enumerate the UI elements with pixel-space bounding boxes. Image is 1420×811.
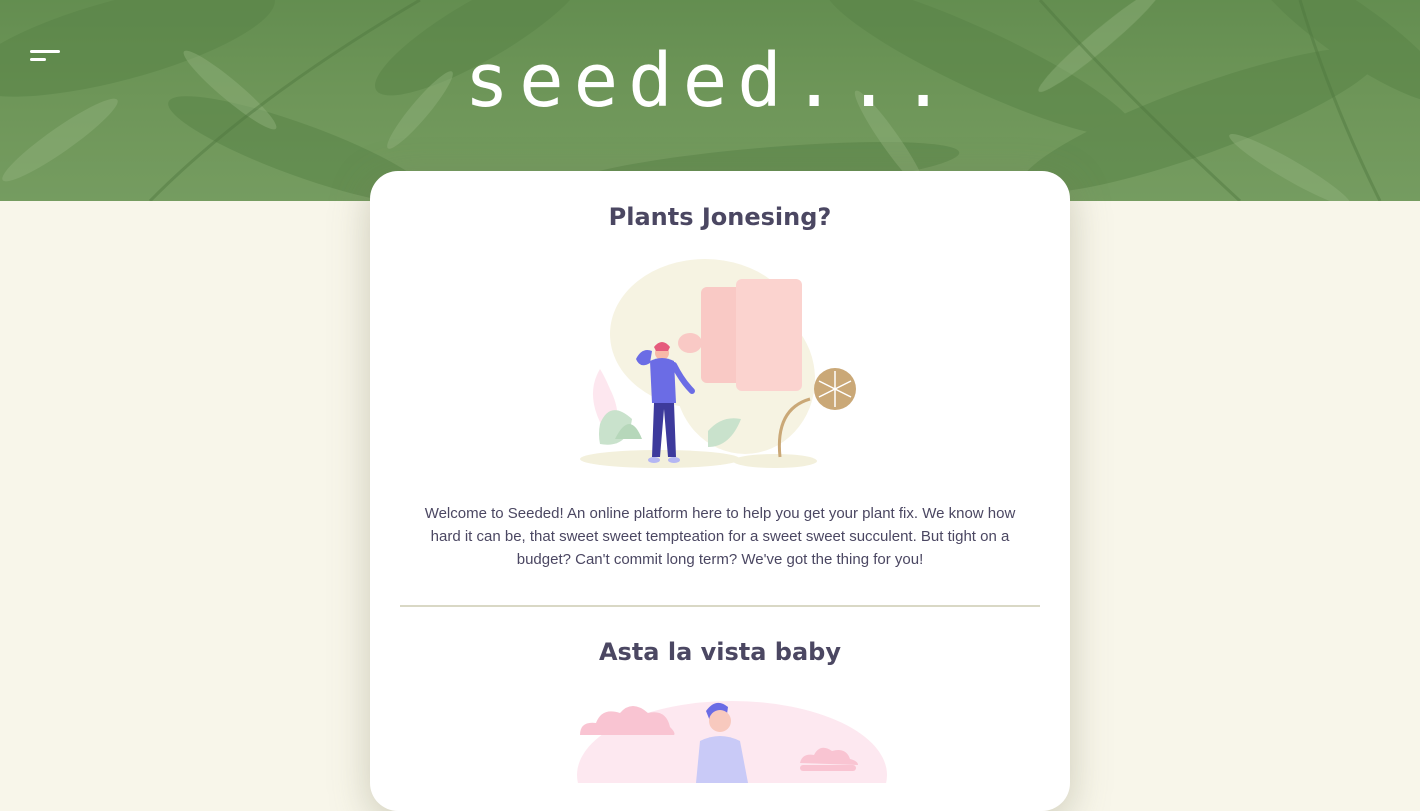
section-divider	[400, 605, 1040, 607]
content-card: Plants Jonesing? Welcome to Seeded! An o…	[370, 171, 1070, 811]
person-pondering-plants-illustration	[580, 259, 856, 468]
site-logo[interactable]: seeded...	[0, 36, 1420, 126]
section-title: Asta la vista baby	[598, 638, 842, 666]
section-title: Plants Jonesing?	[608, 203, 832, 231]
intro-paragraph: Welcome to Seeded! An online platform he…	[424, 505, 1016, 568]
person-with-clouds-illustration	[577, 701, 887, 783]
